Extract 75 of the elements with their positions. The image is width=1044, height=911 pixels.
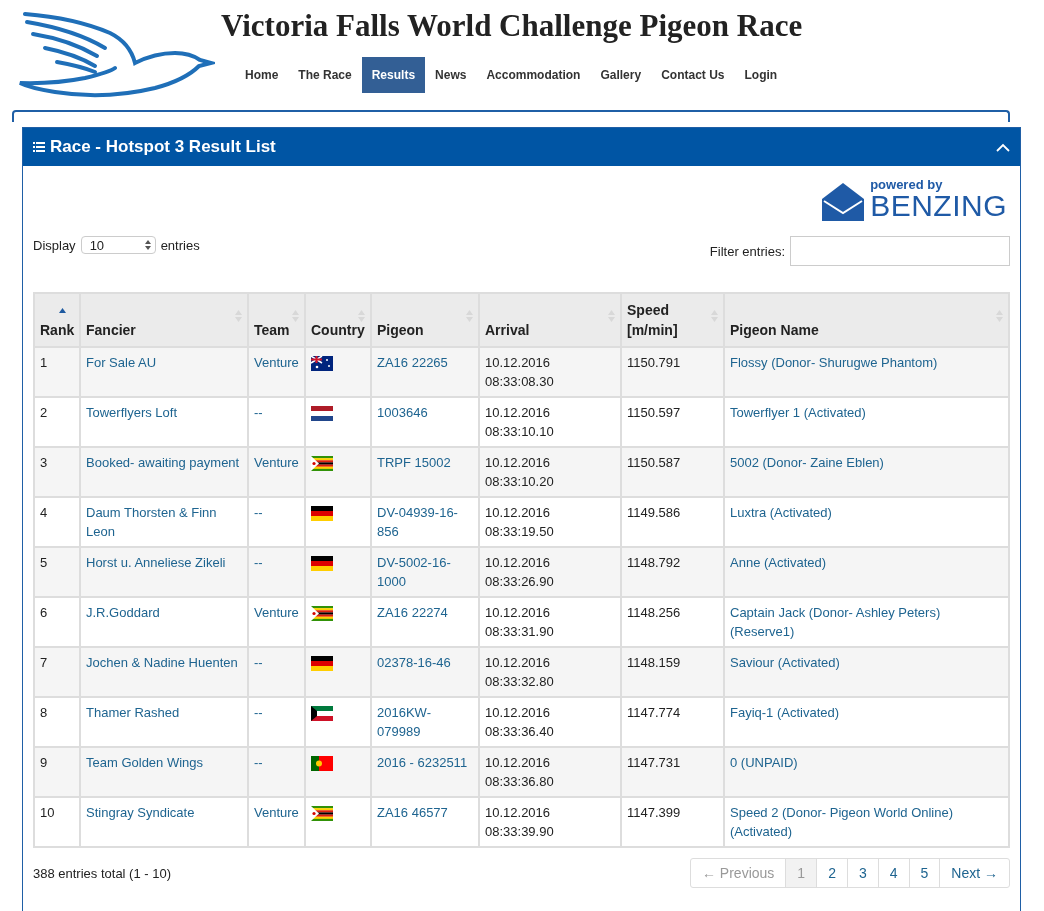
next-page-button[interactable]: Next → <box>939 859 1009 887</box>
arrival-date: 10.12.2016 <box>485 754 552 772</box>
nav-link[interactable]: Accommodation <box>476 57 591 93</box>
envelope-icon <box>822 183 865 221</box>
rank-cell: 2 <box>40 405 48 420</box>
rank-cell: 1 <box>40 355 48 370</box>
arrival-time: 08:33:19.50 <box>485 523 555 541</box>
filter-field[interactable] <box>790 236 1010 266</box>
speed-cell: 1150.597 <box>627 405 681 420</box>
nav-link[interactable]: Home <box>235 57 289 93</box>
speed-cell: 1148.256 <box>627 605 681 620</box>
arrival-time: 08:33:32.80 <box>485 673 555 691</box>
arrival-time: 08:33:36.40 <box>485 723 555 741</box>
column-header[interactable]: Team <box>248 293 305 347</box>
page-button[interactable]: 3 <box>846 859 878 887</box>
arrival-time: 08:33:10.10 <box>485 423 555 441</box>
column-header[interactable]: Fancier <box>80 293 248 347</box>
column-header[interactable]: Country <box>305 293 371 347</box>
speed-cell: 1147.774 <box>627 705 681 720</box>
speed-cell: 1150.587 <box>627 455 681 470</box>
filter-label: Filter entries: <box>709 243 785 259</box>
panel-title: Race - Hotspot 3 Result List <box>50 137 277 157</box>
arrival-time: 08:33:36.80 <box>485 773 555 791</box>
column-header[interactable]: Rank <box>34 293 80 347</box>
rank-cell: 5 <box>40 555 48 570</box>
nav-link[interactable]: Gallery <box>590 57 652 93</box>
speed-cell: 1147.399 <box>627 805 681 820</box>
nav-link[interactable]: News <box>425 57 477 93</box>
arrival-date: 10.12.2016 <box>485 454 552 472</box>
entries-info: 388 entries total (1 - 10) <box>33 865 172 881</box>
arrival-date: 10.12.2016 <box>485 804 552 822</box>
arrival-time: 08:33:26.90 <box>485 573 555 591</box>
arrival-date: 10.12.2016 <box>485 504 552 522</box>
arrival-time: 08:33:39.90 <box>485 823 555 841</box>
page-button[interactable]: 4 <box>877 859 909 887</box>
arrival-time: 08:33:10.20 <box>485 473 555 491</box>
rank-cell: 6 <box>40 605 48 620</box>
sponsor-name: BENZING <box>870 191 1007 221</box>
column-header[interactable]: Speed [m/min] <box>621 293 724 347</box>
arrival-date: 10.12.2016 <box>485 704 552 722</box>
entries-label: entries <box>160 237 200 253</box>
rank-cell: 8 <box>40 705 48 720</box>
speed-cell: 1149.586 <box>627 505 681 520</box>
speed-cell: 1148.792 <box>627 555 681 570</box>
column-header[interactable]: Pigeon Name <box>724 293 1009 347</box>
select-arrows-icon <box>144 240 151 250</box>
arrival-date: 10.12.2016 <box>485 654 552 672</box>
arrival-time: 08:33:08.30 <box>485 373 555 391</box>
nav-link[interactable]: Results <box>361 57 426 93</box>
site-title: Victoria Falls World Challenge Pigeon Race <box>221 8 803 44</box>
rank-cell: 3 <box>40 455 48 470</box>
rank-cell: 10 <box>40 805 55 820</box>
column-header[interactable]: Pigeon <box>371 293 479 347</box>
page-button[interactable]: 5 <box>908 859 940 887</box>
nav-link[interactable]: Login <box>734 57 788 93</box>
page-button[interactable]: 2 <box>816 859 847 887</box>
rank-cell: 4 <box>40 505 48 520</box>
column-header[interactable]: Arrival <box>479 293 621 347</box>
collapse-chevron-icon[interactable] <box>996 142 1010 152</box>
rank-cell: 9 <box>40 755 48 770</box>
sponsor-tagline: powered by <box>870 178 944 191</box>
arrival-time: 08:33:31.90 <box>485 623 555 641</box>
arrival-date: 10.12.2016 <box>485 604 552 622</box>
nav-link[interactable]: The Race <box>288 57 362 93</box>
nav-link[interactable]: Contact Us <box>651 57 735 93</box>
speed-cell: 1148.159 <box>627 655 681 670</box>
arrival-date: 10.12.2016 <box>485 354 552 372</box>
arrival-date: 10.12.2016 <box>485 554 552 572</box>
speed-cell: 1147.731 <box>627 755 681 770</box>
arrival-date: 10.12.2016 <box>485 404 552 422</box>
speed-cell: 1150.791 <box>627 355 681 370</box>
display-label: Display <box>33 237 76 253</box>
list-icon <box>33 142 45 152</box>
entries-select[interactable]: 10 <box>80 236 156 254</box>
rank-cell: 7 <box>40 655 48 670</box>
